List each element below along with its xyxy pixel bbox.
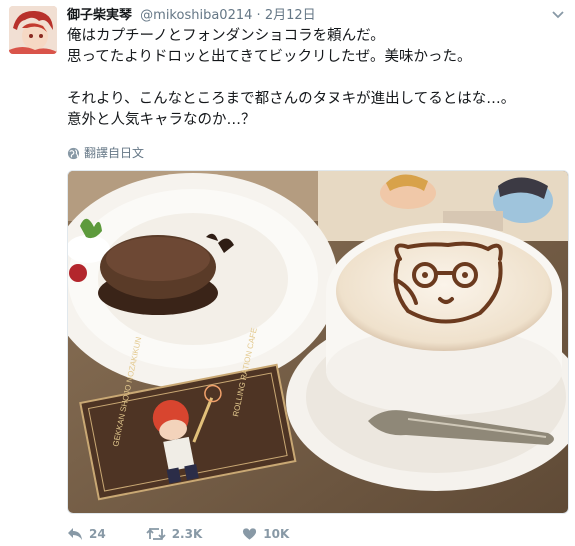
reply-icon — [68, 528, 82, 540]
reply-count: 24 — [89, 527, 106, 541]
avatar[interactable] — [9, 6, 57, 54]
globe-icon — [67, 147, 80, 159]
tweet-line-1: 俺はカプチーノとフォンダンショコラを頼んだ。 — [67, 28, 385, 44]
tweet-line-5: 意外と人気キャラなのか…？ — [67, 112, 256, 128]
tweet-line-4: それより、こんなところまで都さんのタヌキが進出してるとはな…。 — [67, 91, 516, 107]
tweet: 御子柴実琴 @mikoshiba0214 · 2月12日 俺はカプチーノとフォン… — [0, 0, 575, 546]
tweet-line-2: 思ってたよりドロッと出てきてビックリしたぜ。美味かった。 — [67, 49, 472, 65]
translate-link[interactable]: 翻譯自日文 — [67, 145, 144, 161]
chevron-down-icon[interactable] — [551, 10, 565, 20]
retweet-icon — [146, 527, 166, 541]
translate-label: 翻譯自日文 — [84, 146, 145, 160]
like-icon — [243, 528, 257, 540]
tweet-date[interactable]: 2月12日 — [265, 8, 316, 23]
author-handle[interactable]: @mikoshiba0214 — [140, 8, 252, 23]
tweet-header: 御子柴実琴 @mikoshiba0214 · 2月12日 — [67, 6, 545, 26]
like-count: 10K — [263, 527, 290, 541]
tweet-actions: 24 2.3K 10K — [67, 525, 329, 543]
retweet-button[interactable]: 2.3K — [146, 527, 203, 541]
retweet-count: 2.3K — [171, 527, 203, 541]
author-name[interactable]: 御子柴実琴 — [67, 8, 132, 23]
tweet-photo[interactable]: GEKKAN SHOJO NOZAKIKUN ROLLING RATION CA… — [67, 170, 569, 514]
like-button[interactable]: 10K — [242, 527, 289, 541]
separator: · — [256, 8, 261, 23]
tweet-text: 俺はカプチーノとフォンダンショコラを頼んだ。 思ってたよりドロッと出てきてビック… — [67, 26, 567, 131]
reply-button[interactable]: 24 — [67, 527, 106, 541]
